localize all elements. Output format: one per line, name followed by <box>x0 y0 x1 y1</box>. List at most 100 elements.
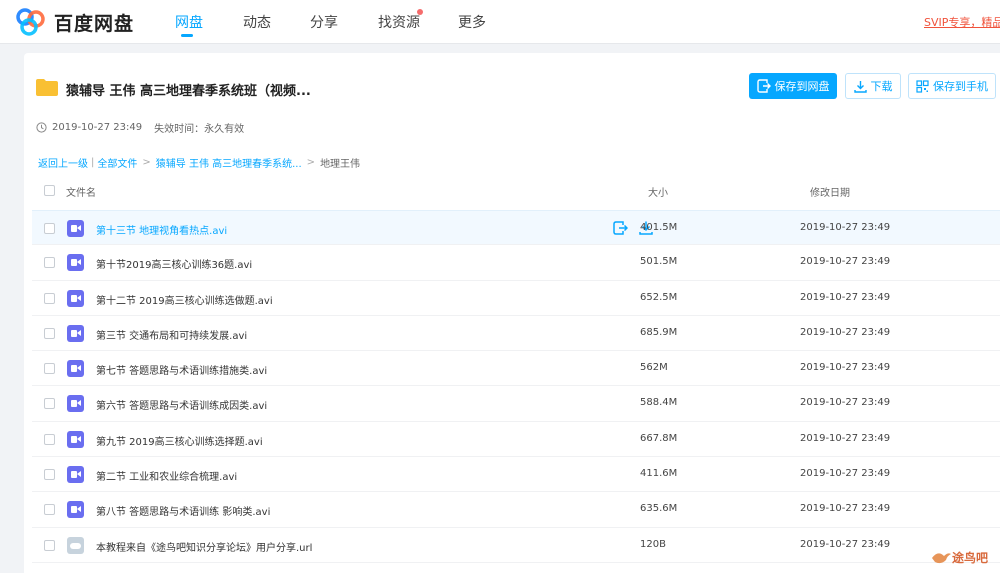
save-icon <box>756 79 771 93</box>
file-row[interactable]: 第十二节 2019高三核心训练选做题.avi 652.5M 2019-10-27 2… <box>32 281 1000 316</box>
share-panel: 猿辅导 王伟 高三地理春季系统班（视频... 保存到网盘 下载 保存到手机 20… <box>24 53 1000 573</box>
breadcrumb-divider: | <box>91 157 95 168</box>
file-name[interactable]: 第七节 答题思路与术语训练措施类.avi <box>96 362 267 377</box>
file-name[interactable]: 第九节 2019高三核心训练选择题.avi <box>96 433 263 448</box>
file-name[interactable]: 第十节2019高三核心训练36题.avi <box>96 256 252 271</box>
file-list: 第十三节 地理视角看热点.avi 401.5M 2019-10-27 23:49 第十… <box>32 210 1000 563</box>
file-size: 685.9M <box>640 326 678 338</box>
row-checkbox[interactable] <box>44 223 55 234</box>
file-table-header: 文件名 大小 修改日期 <box>32 178 1000 204</box>
video-file-icon <box>67 289 84 307</box>
header-filename[interactable]: 文件名 <box>66 184 96 199</box>
file-modified-date: 2019-10-27 23:49 <box>800 538 891 550</box>
file-name[interactable]: 第十二节 2019高三核心训练选做题.avi <box>96 292 273 307</box>
row-checkbox[interactable] <box>44 433 55 445</box>
save-to-phone-label: 保存到手机 <box>933 80 988 93</box>
row-checkbox[interactable] <box>44 398 55 410</box>
file-size: 635.6M <box>640 503 678 515</box>
file-name[interactable]: 第三节 交通布局和可持续发展.avi <box>96 327 247 342</box>
svip-promo-link[interactable]: SVIP专享，精品好 <box>924 14 1000 30</box>
row-save-icon[interactable] <box>612 220 628 236</box>
clock-icon <box>36 122 47 133</box>
file-name[interactable]: 第二节 工业和农业综合梳理.avi <box>96 468 237 483</box>
file-modified-date: 2019-10-27 23:49 <box>800 256 891 268</box>
video-file-icon <box>67 395 84 413</box>
baidu-netdisk-logo-icon <box>16 8 45 36</box>
nav-tab-more[interactable]: 更多 <box>458 12 486 32</box>
file-row[interactable]: 第九节 2019高三核心训练选择题.avi 667.8M 2019-10-27 23… <box>32 422 1000 458</box>
file-size: 401.5M <box>640 222 678 233</box>
row-checkbox[interactable] <box>44 292 55 304</box>
breadcrumb-chevron-icon: > <box>306 157 316 168</box>
nav-tab-activity[interactable]: 动态 <box>243 12 271 32</box>
save-to-disk-label: 保存到网盘 <box>774 80 830 93</box>
file-modified-date: 2019-10-27 23:49 <box>800 397 891 409</box>
row-checkbox[interactable] <box>44 504 55 516</box>
file-name[interactable]: 第八节 答题思路与术语训练 影响类.avi <box>96 503 270 518</box>
breadcrumb-all-files[interactable]: 全部文件 <box>97 155 137 170</box>
file-row[interactable]: 第七节 答题思路与术语训练措施类.avi 562M 2019-10-27 23:49 <box>32 351 1000 387</box>
video-file-icon <box>67 466 84 484</box>
file-name[interactable]: 第十三节 地理视角看热点.avi <box>96 222 227 237</box>
breadcrumb-parent-folder[interactable]: 猿辅导 王伟 高三地理春季系统... <box>156 155 302 170</box>
file-modified-date: 2019-10-27 23:49 <box>800 291 891 303</box>
save-to-disk-button[interactable]: 保存到网盘 <box>749 73 837 99</box>
file-modified-date: 2019-10-27 23:49 <box>800 432 891 444</box>
file-size: 652.5M <box>640 291 678 303</box>
nav-tab-netdisk[interactable]: 网盘 <box>175 12 203 32</box>
video-file-icon <box>67 360 84 378</box>
file-row[interactable]: 本教程来自《途鸟吧知识分享论坛》用户分享.url 120B 2019-10-27 2… <box>32 528 1000 563</box>
file-size: 120B <box>640 538 666 550</box>
link-file-icon <box>67 536 84 554</box>
video-file-icon <box>67 501 84 519</box>
folder-icon <box>36 79 58 96</box>
header-size[interactable]: 大小 <box>648 184 668 199</box>
top-navbar: 百度网盘 网盘 动态 分享 找资源 更多 SVIP专享，精品好 <box>0 0 1000 44</box>
file-row[interactable]: 第二节 工业和农业综合梳理.avi 411.6M 2019-10-27 23:49 <box>32 457 1000 493</box>
file-size: 501.5M <box>640 256 678 268</box>
row-checkbox[interactable] <box>44 257 55 269</box>
download-button[interactable]: 下载 <box>845 73 901 99</box>
watermark-text: 途鸟吧 <box>952 550 989 565</box>
file-size: 667.8M <box>640 432 678 444</box>
breadcrumb-back[interactable]: 返回上一级 <box>38 155 88 170</box>
file-name[interactable]: 第六节 答题思路与术语训练成因类.avi <box>96 397 267 412</box>
watermark: 途鸟吧 <box>930 548 988 566</box>
file-row[interactable]: 第八节 答题思路与术语训练 影响类.avi 635.6M 2019-10-27 23… <box>32 492 1000 528</box>
file-modified-date: 2019-10-27 23:49 <box>800 222 891 233</box>
share-expiry: 失效时间：永久有效 <box>154 124 245 135</box>
file-row[interactable]: 第十节2019高三核心训练36题.avi 501.5M 2019-10-27 23:… <box>32 245 1000 281</box>
file-modified-date: 2019-10-27 23:49 <box>800 468 891 480</box>
row-checkbox[interactable] <box>44 327 55 339</box>
share-title: 猿辅导 王伟 高三地理春季系统班（视频... <box>66 84 311 99</box>
select-all-checkbox[interactable] <box>44 185 55 196</box>
video-file-icon <box>67 324 84 342</box>
file-name[interactable]: 本教程来自《途鸟吧知识分享论坛》用户分享.url <box>96 539 312 554</box>
file-modified-date: 2019-10-27 23:49 <box>800 362 891 374</box>
header-modified-date[interactable]: 修改日期 <box>810 184 850 199</box>
file-row[interactable]: 第三节 交通布局和可持续发展.avi 685.9M 2019-10-27 23:49 <box>32 316 1000 352</box>
share-created-time: 2019-10-27 23:49 <box>52 122 143 133</box>
video-file-icon <box>67 430 84 448</box>
brand-name: 百度网盘 <box>54 12 135 35</box>
download-icon <box>853 80 867 93</box>
nav-tab-find-resources[interactable]: 找资源 <box>378 12 420 32</box>
download-label: 下载 <box>870 80 893 93</box>
breadcrumb-chevron-icon: > <box>142 157 151 168</box>
video-file-icon <box>67 220 84 237</box>
file-row[interactable]: 第十三节 地理视角看热点.avi 401.5M 2019-10-27 23:49 <box>32 210 1000 246</box>
save-to-phone-button[interactable]: 保存到手机 <box>908 73 996 99</box>
row-checkbox[interactable] <box>44 539 55 551</box>
breadcrumb-current-folder: 地理王伟 <box>320 159 361 170</box>
file-size: 562M <box>640 362 668 374</box>
row-checkbox[interactable] <box>44 469 55 481</box>
qrcode-icon <box>916 79 929 93</box>
watermark-bird-icon <box>932 553 951 564</box>
nav-tab-share[interactable]: 分享 <box>310 12 338 32</box>
row-checkbox[interactable] <box>44 363 55 375</box>
file-modified-date: 2019-10-27 23:49 <box>800 326 891 338</box>
brand-logo[interactable]: 百度网盘 <box>14 7 134 37</box>
file-row[interactable]: 第六节 答题思路与术语训练成因类.avi 588.4M 2019-10-27 23:… <box>32 386 1000 422</box>
video-file-icon <box>67 254 84 272</box>
active-tab-indicator <box>181 34 193 37</box>
